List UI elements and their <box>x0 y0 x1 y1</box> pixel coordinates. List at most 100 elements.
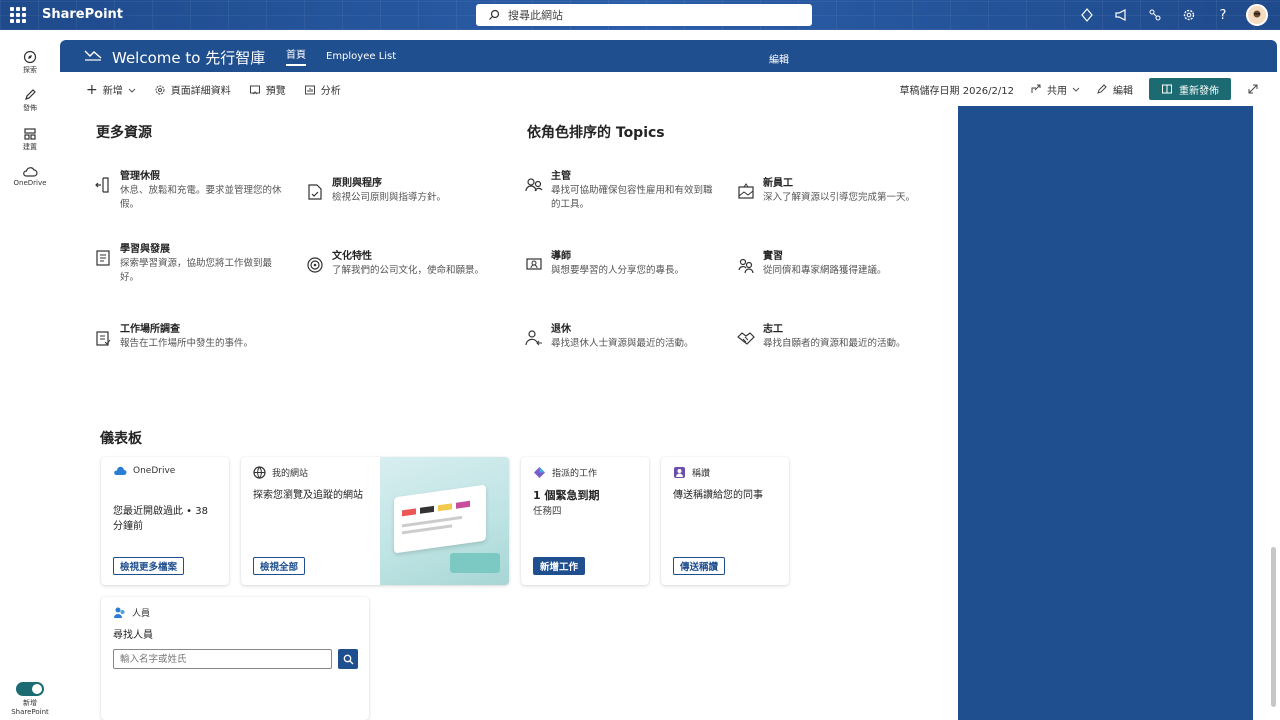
search-box[interactable]: 搜尋此網站 <box>476 4 812 26</box>
gear-icon[interactable] <box>1178 4 1200 26</box>
command-bar: + 新增 頁面詳細資料 預覽 分析 草稿儲存日期 2026/2/12 共用 編輯 <box>60 72 1277 106</box>
clipboard-icon <box>96 331 111 346</box>
tablet-illustration <box>380 457 509 585</box>
door-exit-icon <box>95 177 109 193</box>
share-button[interactable]: 共用 <box>1030 82 1080 97</box>
resource-culture[interactable]: 文化特性 了解我們的公司文化，使命和願景。 <box>306 250 501 278</box>
topic-title: 新員工 <box>763 178 793 189</box>
share-label: 共用 <box>1047 85 1067 97</box>
pen-icon <box>1097 84 1107 94</box>
card-body: 傳送稱讚給您的同事 <box>673 490 763 501</box>
view-more-files-button[interactable]: 檢視更多檔案 <box>113 557 185 575</box>
app-bar: 探索 發佈 建置 OneDrive 新增 SharePoint <box>0 30 60 720</box>
resource-title: 文化特性 <box>332 251 372 262</box>
edit-label: 編輯 <box>1113 85 1133 97</box>
topic-new-employee[interactable]: 新員工 深入了解資源以引導您完成第一天。 <box>737 177 932 205</box>
new-button[interactable]: + 新增 <box>86 82 136 97</box>
page-scrollbar[interactable] <box>1271 547 1276 707</box>
avatar[interactable] <box>1246 4 1268 26</box>
share-network-icon[interactable] <box>1144 4 1166 26</box>
preview-button[interactable]: 預覽 <box>249 82 286 97</box>
gear-icon <box>155 85 165 94</box>
appbar-post[interactable]: 發佈 <box>0 88 60 113</box>
edit-button[interactable]: 編輯 <box>1096 82 1133 97</box>
resource-desc: 了解我們的公司文化，使命和願景。 <box>332 265 485 276</box>
presentation-icon <box>526 258 542 270</box>
appbar-create[interactable]: 建置 <box>0 127 60 152</box>
site-title[interactable]: Welcome to 先行智庫 <box>112 47 265 68</box>
people-search-input[interactable] <box>113 649 332 669</box>
topic-title: 導師 <box>551 251 571 262</box>
site-logo-icon <box>84 50 102 61</box>
preview-label: 預覽 <box>265 86 286 97</box>
side-banner <box>958 106 1253 720</box>
topics-heading: 依角色排序的 Topics <box>527 125 665 141</box>
toggle-label: 新增 SharePoint <box>6 699 54 717</box>
copilot-icon[interactable] <box>1076 4 1098 26</box>
appbar-create-label: 建置 <box>23 143 37 151</box>
resource-desc: 探索學習資源，協助您將工作做到最好。 <box>120 258 273 283</box>
nav-home[interactable]: 首頁 <box>286 46 306 66</box>
handshake-icon <box>737 332 755 345</box>
analytics-button[interactable]: 分析 <box>304 82 341 97</box>
page-details-button[interactable]: 頁面詳細資料 <box>154 82 231 97</box>
new-sharepoint-toggle[interactable] <box>16 682 44 696</box>
topic-desc: 深入了解資源以引導您完成第一天。 <box>763 192 916 203</box>
topic-retired[interactable]: 退休 尋找退休人士資源與最近的活動。 <box>525 323 720 351</box>
nav-employee-list[interactable]: Employee List <box>326 51 396 62</box>
analytics-icon <box>304 85 315 94</box>
help-icon[interactable]: ? <box>1212 4 1234 26</box>
task-name[interactable]: 任務四 <box>533 504 562 519</box>
resource-learning[interactable]: 學習與發展 探索學習資源，協助您將工作做到最好。 <box>94 243 289 285</box>
topic-desc: 從同儕和專家網路獲得建議。 <box>763 265 887 276</box>
new-label: 新增 <box>102 86 123 97</box>
resource-title: 學習與發展 <box>120 244 170 255</box>
my-sites-card[interactable]: 我的網站 探索您瀏覽及追蹤的網站 檢視全部 <box>241 457 509 585</box>
topic-volunteer[interactable]: 志工 尋找自願者的資源和最近的活動。 <box>737 323 932 351</box>
suite-title[interactable]: SharePoint <box>42 7 123 22</box>
cloud-icon <box>23 167 38 177</box>
people-icon <box>525 178 543 192</box>
app-launcher-icon[interactable] <box>10 7 26 23</box>
globe-icon <box>253 466 266 479</box>
appbar-explore[interactable]: 探索 <box>0 50 60 75</box>
appbar-explore-label: 探索 <box>23 66 37 74</box>
draft-saved-text: 草稿儲存日期 2026/2/12 <box>899 85 1014 97</box>
chevron-down-icon <box>128 88 136 93</box>
image-frame-icon <box>738 183 754 199</box>
resource-leave[interactable]: 管理休假 休息、放鬆和充電。要求並管理您的休假。 <box>94 170 289 212</box>
book-icon <box>1162 84 1172 94</box>
resource-desc: 報告在工作場所中發生的事件。 <box>120 338 254 349</box>
assigned-tasks-card[interactable]: 指派的工作 1 個緊急到期 任務四 新增工作 <box>521 457 649 585</box>
preview-icon <box>249 85 260 94</box>
topic-manager[interactable]: 主管 尋找可協助確保包容性雇用和有效到職的工具。 <box>525 170 720 212</box>
resource-survey[interactable]: 工作場所調查 報告在工作場所中發生的事件。 <box>94 323 289 351</box>
chevron-down-icon <box>1072 87 1080 92</box>
nav-edit-link[interactable]: 編輯 <box>769 51 789 66</box>
onedrive-cloud-icon <box>114 466 127 475</box>
card-title: OneDrive <box>133 466 176 476</box>
appbar-onedrive[interactable]: OneDrive <box>0 166 60 187</box>
view-all-button[interactable]: 檢視全部 <box>253 557 306 575</box>
people-card: 人員 尋找人員 <box>101 597 369 720</box>
expand-icon[interactable] <box>1247 83 1259 95</box>
card-title: 我的網站 <box>272 469 309 479</box>
share-icon <box>1031 84 1041 93</box>
republish-button[interactable]: 重新發佈 <box>1149 78 1231 100</box>
onedrive-card[interactable]: OneDrive 您最近開啟過此 • 38 分鐘前 檢視更多檔案 <box>101 457 229 585</box>
toggle-label-line-1: 新增 <box>23 699 37 707</box>
send-kudos-button[interactable]: 傳送稱讚 <box>673 557 726 575</box>
topic-intern[interactable]: 實習 從同儕和專家網路獲得建議。 <box>737 250 932 278</box>
new-task-button[interactable]: 新增工作 <box>533 557 586 575</box>
republish-label: 重新發佈 <box>1179 85 1219 97</box>
search-icon <box>489 9 500 20</box>
analytics-label: 分析 <box>320 86 341 97</box>
topic-mentor[interactable]: 導師 與想要學習的人分享您的專長。 <box>525 250 720 278</box>
notebook-icon <box>96 250 110 266</box>
search-placeholder: 搜尋此網站 <box>508 9 563 22</box>
resource-policies[interactable]: 原則與程序 檢視公司原則與指導方針。 <box>306 177 501 205</box>
people-search-button[interactable] <box>338 649 358 669</box>
topic-desc: 尋找退休人士資源與最近的活動。 <box>551 338 694 349</box>
megaphone-icon[interactable] <box>1110 4 1132 26</box>
kudos-card[interactable]: 稱讚 傳送稱讚給您的同事 傳送稱讚 <box>661 457 789 585</box>
